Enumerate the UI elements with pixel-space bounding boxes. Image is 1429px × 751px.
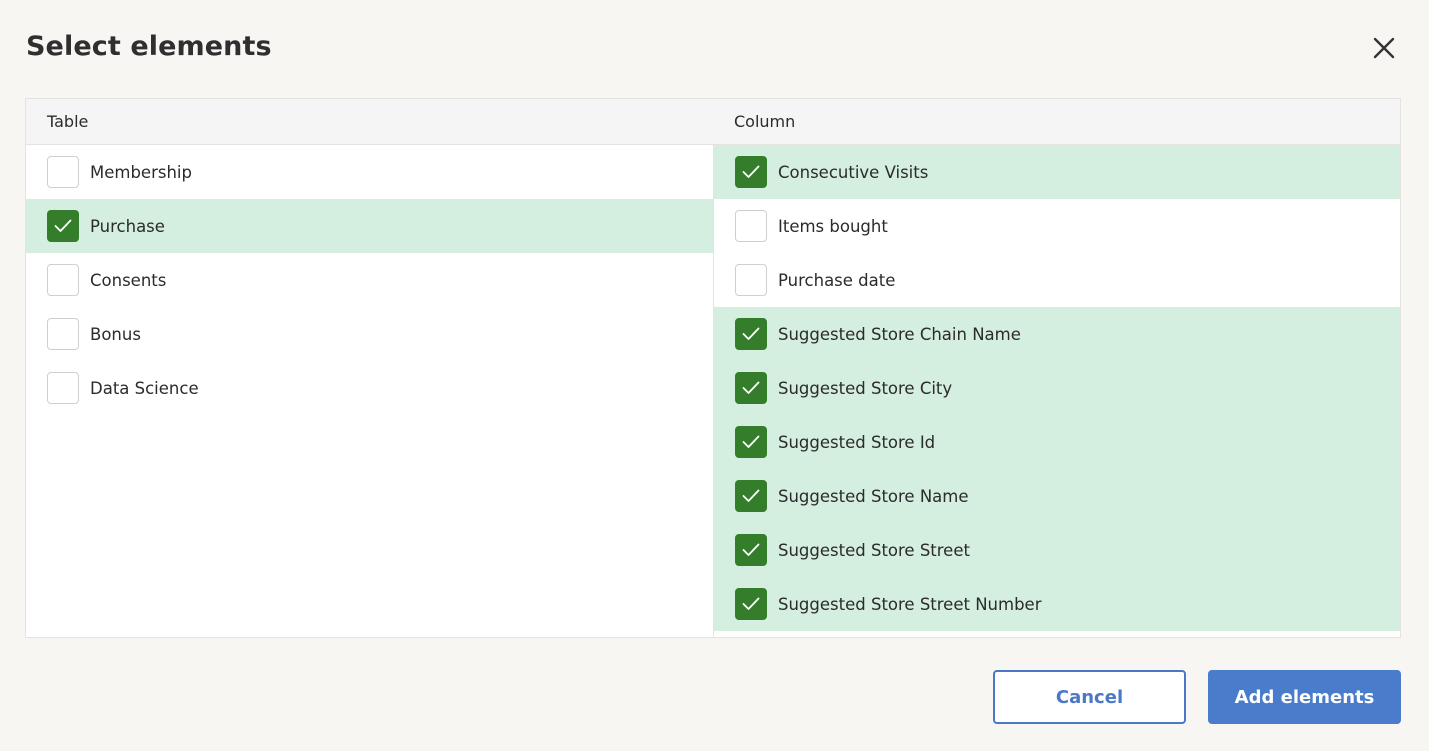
- selection-panel: Table Column Membership Purchase Consents B…: [25, 98, 1401, 638]
- checkbox[interactable]: [735, 534, 767, 566]
- checkbox[interactable]: [735, 318, 767, 350]
- table-item-row[interactable]: Bonus: [26, 307, 713, 361]
- column-item-row[interactable]: Suggested Store City: [714, 361, 1400, 415]
- column-item-label: Suggested Store Id: [778, 432, 936, 452]
- table-item-label: Purchase: [90, 216, 165, 236]
- table-list: Membership Purchase Consents Bonus Data Scie…: [26, 145, 713, 415]
- column-item-label: Suggested Store Name: [778, 486, 969, 506]
- checkbox[interactable]: [735, 372, 767, 404]
- column-item-row[interactable]: Suggested Store Id: [714, 415, 1400, 469]
- column-item-row[interactable]: Suggested Store Street Number: [714, 577, 1400, 631]
- column-item-row[interactable]: Consecutive Visits: [714, 145, 1400, 199]
- checkbox[interactable]: [47, 372, 79, 404]
- checkbox[interactable]: [735, 210, 767, 242]
- column-item-label: Consecutive Visits: [778, 162, 929, 182]
- checkmark-icon: [742, 435, 760, 448]
- column-item-row[interactable]: Suggested Store Chain Name: [714, 307, 1400, 361]
- column-item-label: Items bought: [778, 216, 888, 236]
- checkmark-icon: [742, 327, 760, 340]
- table-item-row[interactable]: Membership: [26, 145, 713, 199]
- checkbox[interactable]: [47, 264, 79, 296]
- column-item-row[interactable]: Items bought: [714, 199, 1400, 253]
- column-column-header: Column: [734, 112, 796, 131]
- checkmark-icon: [742, 165, 760, 178]
- close-button[interactable]: [1369, 33, 1399, 63]
- column-item-label: Purchase date: [778, 270, 896, 290]
- cancel-button[interactable]: Cancel: [993, 670, 1186, 724]
- table-item-label: Bonus: [90, 324, 141, 344]
- checkbox[interactable]: [47, 210, 79, 242]
- column-item-label: Suggested Store Street: [778, 540, 970, 560]
- checkbox[interactable]: [735, 588, 767, 620]
- checkmark-icon: [54, 219, 72, 232]
- panel-header: Table Column: [26, 99, 1400, 145]
- checkbox[interactable]: [735, 264, 767, 296]
- table-item-label: Membership: [90, 162, 192, 182]
- checkmark-icon: [742, 597, 760, 610]
- checkbox[interactable]: [735, 156, 767, 188]
- column-item-row[interactable]: Purchase date: [714, 253, 1400, 307]
- column-list: Consecutive Visits Items bought Purchase d…: [713, 145, 1400, 637]
- table-item-label: Data Science: [90, 378, 199, 398]
- select-elements-dialog: Select elements Table Column Membership P…: [0, 0, 1429, 751]
- column-item-row[interactable]: Suggested Store Name: [714, 469, 1400, 523]
- column-item-label: Suggested Store Street Number: [778, 594, 1042, 614]
- table-column-header: Table: [47, 112, 89, 131]
- checkmark-icon: [742, 543, 760, 556]
- checkbox[interactable]: [735, 480, 767, 512]
- close-icon: [1373, 37, 1395, 59]
- column-item-label: Suggested Store Chain Name: [778, 324, 1021, 344]
- add-elements-button[interactable]: Add elements: [1208, 670, 1401, 724]
- checkmark-icon: [742, 381, 760, 394]
- table-item-row[interactable]: Data Science: [26, 361, 713, 415]
- checkbox[interactable]: [735, 426, 767, 458]
- dialog-title: Select elements: [26, 31, 272, 62]
- table-item-label: Consents: [90, 270, 167, 290]
- table-item-row[interactable]: Consents: [26, 253, 713, 307]
- checkmark-icon: [742, 489, 760, 502]
- table-item-row[interactable]: Purchase: [26, 199, 713, 253]
- column-item-row[interactable]: Suggested Store Street: [714, 523, 1400, 577]
- column-item-label: Suggested Store City: [778, 378, 953, 398]
- checkbox[interactable]: [47, 318, 79, 350]
- checkbox[interactable]: [47, 156, 79, 188]
